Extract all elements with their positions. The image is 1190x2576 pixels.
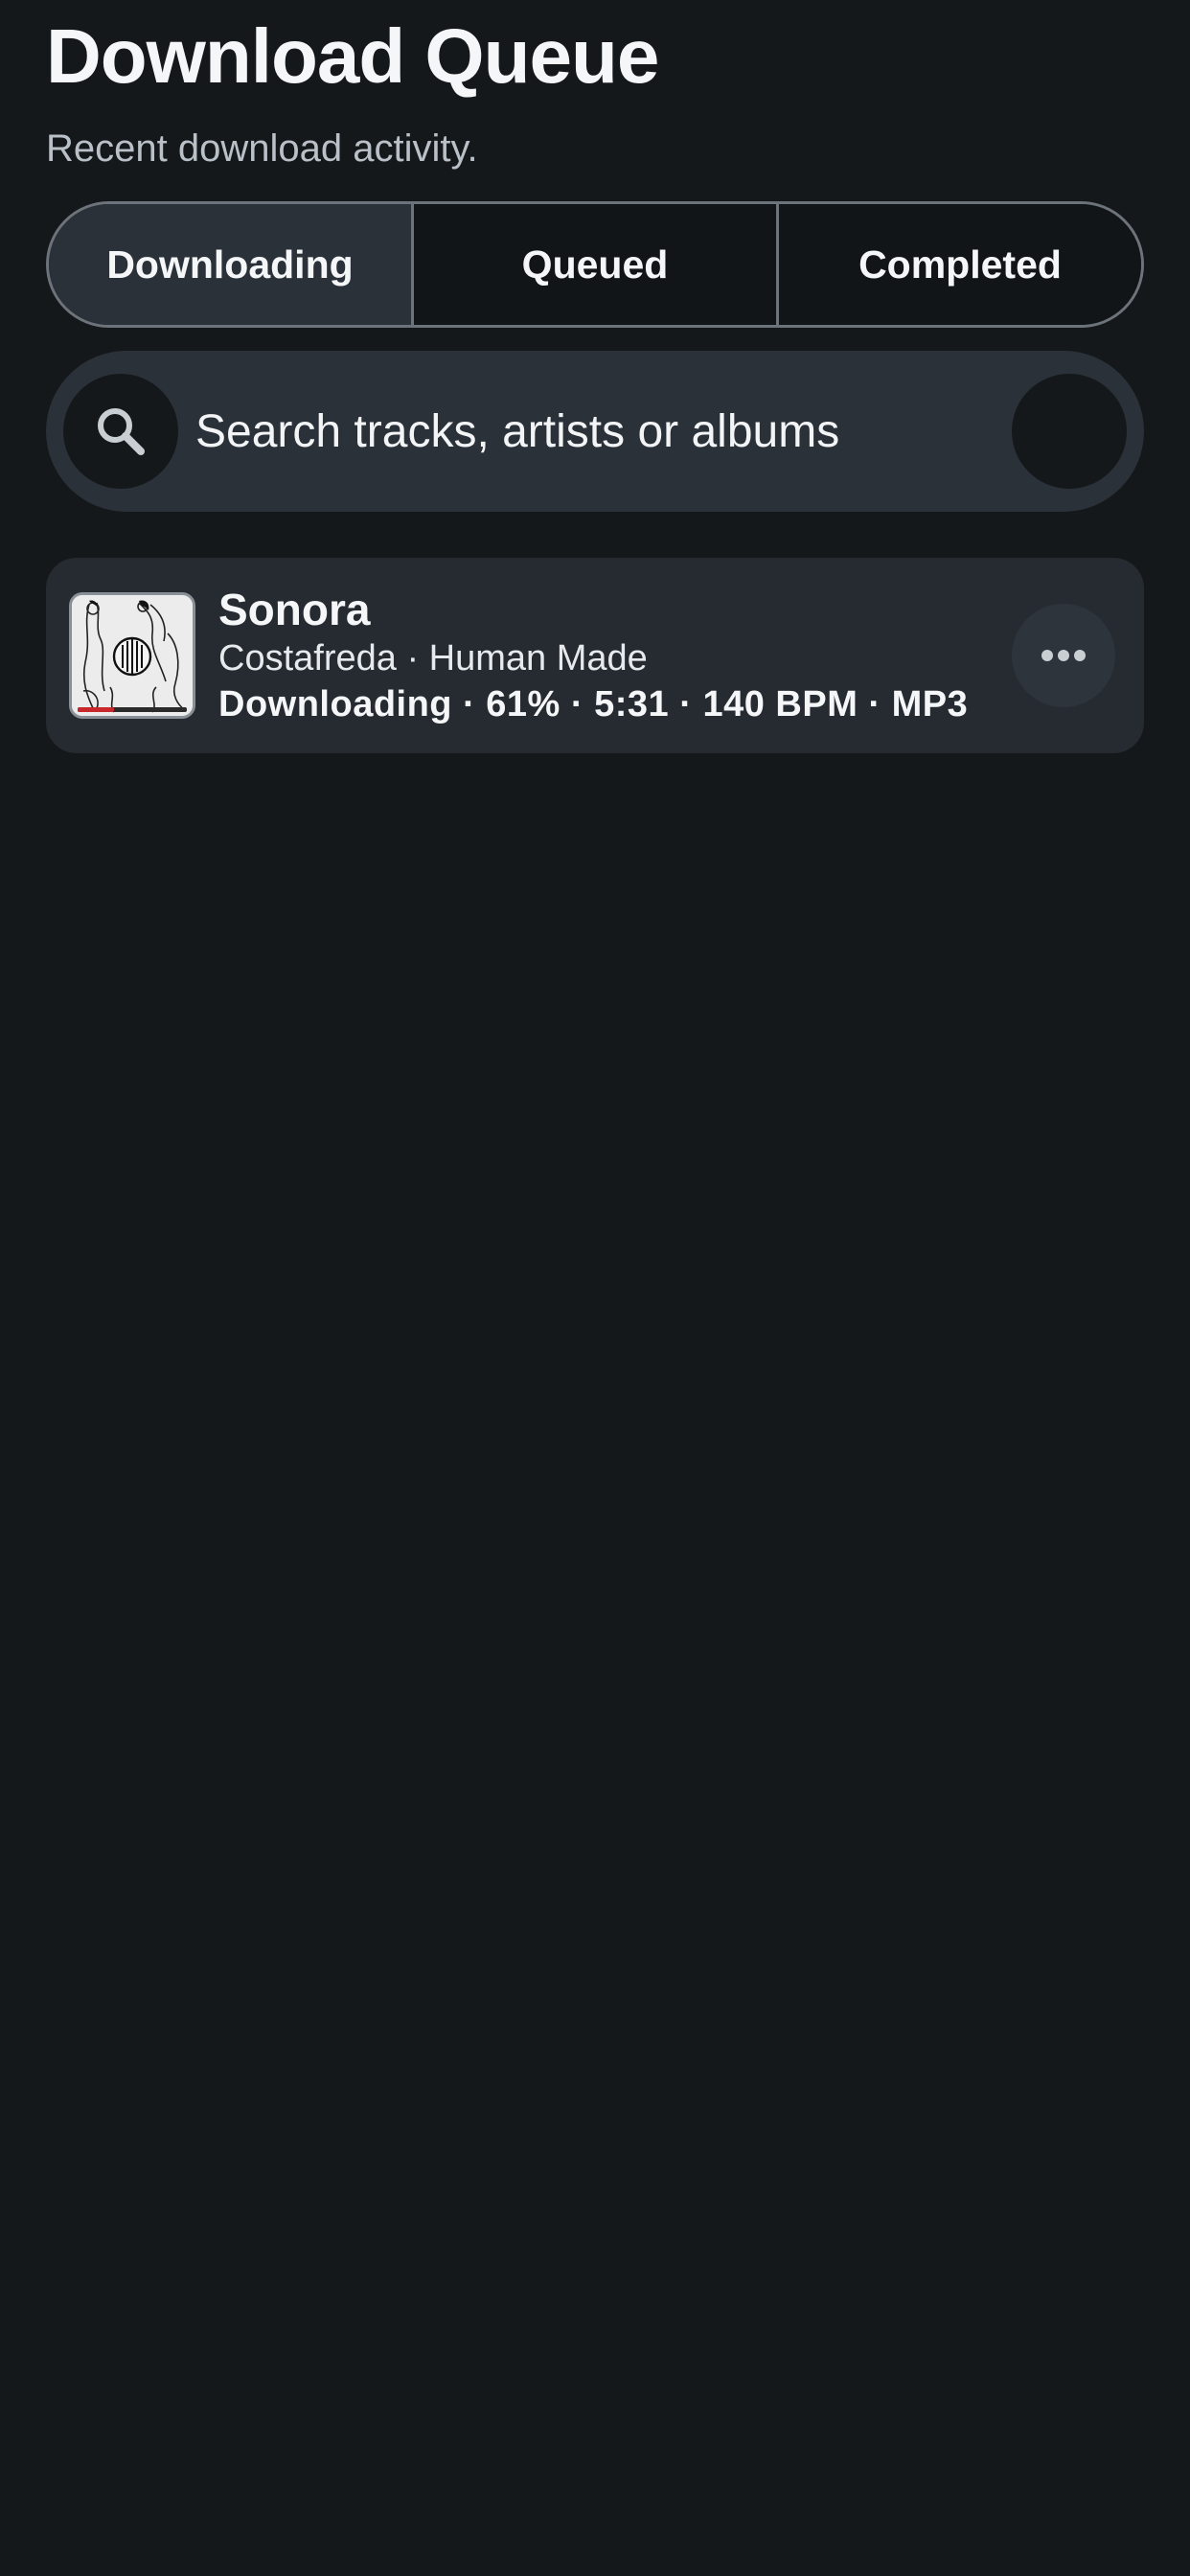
album-artwork <box>69 592 195 719</box>
track-more-button[interactable] <box>1012 604 1115 707</box>
track-title: Sonora <box>218 585 371 634</box>
tab-downloading[interactable]: Downloading <box>49 204 411 325</box>
track-artist-album: Costafreda · Human Made <box>218 638 648 678</box>
search-icon <box>98 408 145 455</box>
track-row[interactable]: Sonora Costafreda · Human Made Downloadi… <box>46 558 1144 753</box>
search-input[interactable] <box>195 351 1012 512</box>
tab-queued[interactable]: Queued <box>411 204 776 325</box>
page-title: Download Queue <box>46 13 659 99</box>
download-progress-bar <box>78 707 114 712</box>
search-button[interactable] <box>63 374 178 489</box>
track-info: Sonora Costafreda · Human Made Downloadi… <box>218 584 1012 727</box>
track-status: Downloading · 61% · 5:31 · 140 BPM · MP3 <box>218 684 969 724</box>
more-horizontal-icon <box>1041 650 1086 661</box>
tab-completed[interactable]: Completed <box>776 204 1141 325</box>
search-accessory-button[interactable] <box>1012 374 1127 489</box>
search-bar <box>46 351 1144 512</box>
status-segmented-control: Downloading Queued Completed <box>46 201 1144 328</box>
artwork-illustration <box>72 595 193 716</box>
download-queue-screen: Download Queue Recent download activity.… <box>0 0 1190 2576</box>
page-subtitle: Recent download activity. <box>46 127 478 170</box>
